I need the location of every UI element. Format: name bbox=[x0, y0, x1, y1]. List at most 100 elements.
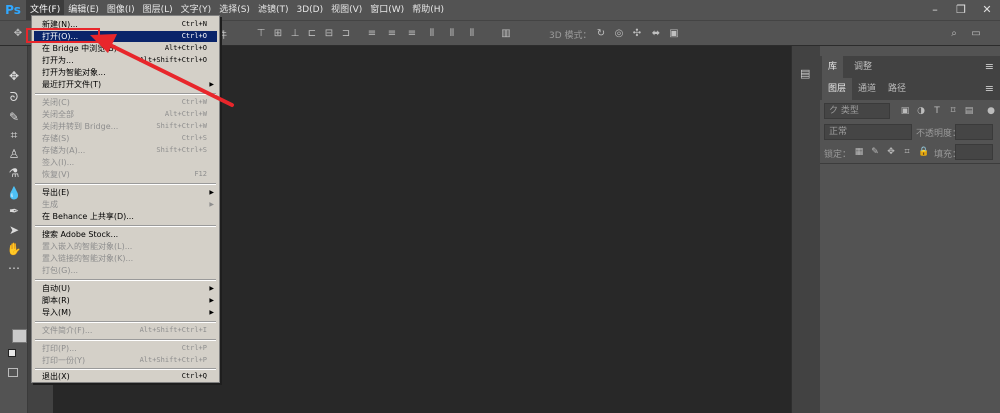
history-brush-icon[interactable]: ⚗ bbox=[6, 165, 22, 181]
menu-item-close[interactable]: 关闭(C) Ctrl+W bbox=[34, 97, 217, 108]
submenu-arrow-icon: ▶ bbox=[209, 297, 214, 304]
restore-button[interactable]: ❐ bbox=[948, 0, 974, 20]
menu-item-import[interactable]: 导入(M) ▶ bbox=[34, 307, 217, 318]
menu-item-save-as[interactable]: 存储为(A)... Shift+Ctrl+S bbox=[34, 145, 217, 156]
menu-item-recent-files[interactable]: 最近打开文件(T) ▶ bbox=[34, 79, 217, 90]
filter-pixel-icon[interactable]: ▣ bbox=[900, 105, 910, 117]
menu-filter[interactable]: 滤镜(T) bbox=[254, 0, 293, 20]
auto-align-icon[interactable]: ▥ bbox=[500, 28, 512, 40]
distribute-top-icon[interactable]: ≡ bbox=[366, 28, 378, 40]
menu-item-scripts[interactable]: 脚本(R) ▶ bbox=[34, 295, 217, 306]
3d-roll-icon[interactable]: ◎ bbox=[613, 28, 625, 40]
menu-item-share-behance[interactable]: 在 Behance 上共享(D)... bbox=[34, 211, 217, 222]
lock-paint-icon[interactable]: ✎ bbox=[870, 146, 880, 158]
distribute-left-icon[interactable]: ⦀ bbox=[426, 28, 438, 40]
workspace-icon[interactable]: ▭ bbox=[970, 28, 982, 40]
opacity-field[interactable] bbox=[955, 124, 993, 140]
menu-item-browse-bridge[interactable]: 在 Bridge 中浏览(B)... Alt+Ctrl+O bbox=[34, 43, 217, 54]
tab-adjustments[interactable]: 调整 bbox=[848, 56, 878, 78]
filter-type-icon[interactable]: T bbox=[932, 105, 942, 117]
3d-scale-icon[interactable]: ▣ bbox=[668, 28, 680, 40]
menu-item-open-as[interactable]: 打开为... Alt+Shift+Ctrl+O bbox=[34, 55, 217, 66]
menu-item-print-one-copy[interactable]: 打印一份(Y) Alt+Shift+Ctrl+P bbox=[34, 355, 217, 366]
layer-filter-dropdown[interactable]: ク 类型 bbox=[824, 103, 890, 119]
align-left-icon[interactable]: ⊏ bbox=[306, 28, 318, 40]
menu-3d[interactable]: 3D(D) bbox=[292, 0, 327, 20]
hand-tool-icon[interactable]: ✋ bbox=[6, 241, 22, 257]
more-tools-icon[interactable]: ⋯ bbox=[6, 260, 22, 276]
menu-separator bbox=[35, 225, 216, 227]
stamp-tool-icon[interactable]: ♙ bbox=[6, 146, 22, 162]
menu-item-search-stock[interactable]: 搜索 Adobe Stock... bbox=[34, 229, 217, 240]
lasso-tool-icon[interactable]: ᘐ bbox=[6, 89, 22, 105]
menu-item-package[interactable]: 打包(G)... bbox=[34, 265, 217, 276]
distribute-bottom-icon[interactable]: ≡ bbox=[406, 28, 418, 40]
align-bottom-icon[interactable]: ⊥ bbox=[289, 28, 301, 40]
menu-item-automate[interactable]: 自动(U) ▶ bbox=[34, 283, 217, 294]
menu-item-open-smart-object[interactable]: 打开为智能对象... bbox=[34, 67, 217, 78]
filter-adjust-icon[interactable]: ◑ bbox=[916, 105, 926, 117]
menu-item-save[interactable]: 存储(S) Ctrl+S bbox=[34, 133, 217, 144]
menu-item-place-embedded[interactable]: 置入嵌入的智能对象(L)... bbox=[34, 241, 217, 252]
tab-paths[interactable]: 路径 bbox=[882, 78, 912, 100]
path-select-tool-icon[interactable]: ➤ bbox=[6, 222, 22, 238]
menu-item-file-info[interactable]: 文件简介(F)... Alt+Shift+Ctrl+I bbox=[34, 325, 217, 336]
close-button[interactable]: ✕ bbox=[974, 0, 1000, 20]
3d-rotate-icon[interactable]: ↻ bbox=[595, 28, 607, 40]
quick-select-tool-icon[interactable]: ✎ bbox=[6, 109, 22, 125]
menu-help[interactable]: 帮助(H) bbox=[408, 0, 448, 20]
lock-artboard-icon[interactable]: ⌗ bbox=[902, 146, 912, 158]
3d-slide-icon[interactable]: ⬌ bbox=[650, 28, 662, 40]
menu-item-close-all[interactable]: 关闭全部 Alt+Ctrl+W bbox=[34, 109, 217, 120]
filter-smart-icon[interactable]: ▤ bbox=[964, 105, 974, 117]
submenu-arrow-icon: ▶ bbox=[209, 309, 214, 316]
align-vcenter-icon[interactable]: ⊞ bbox=[272, 28, 284, 40]
align-top-icon[interactable]: ⊤ bbox=[255, 28, 267, 40]
tab-layers[interactable]: 图层 bbox=[822, 78, 853, 100]
3d-pan-icon[interactable]: ✣ bbox=[631, 28, 643, 40]
submenu-arrow-icon: ▶ bbox=[209, 189, 214, 196]
quick-mask-icon[interactable] bbox=[8, 368, 18, 377]
filter-shape-icon[interactable]: ⌑ bbox=[948, 105, 958, 117]
lock-move-icon[interactable]: ✥ bbox=[886, 146, 896, 158]
distribute-right-icon[interactable]: ⦀ bbox=[466, 28, 478, 40]
distribute-vcenter-icon[interactable]: ≡ bbox=[386, 28, 398, 40]
search-icon[interactable]: ⌕ bbox=[948, 28, 960, 40]
menu-item-place-linked[interactable]: 置入链接的智能对象(K)... bbox=[34, 253, 217, 264]
collapsed-panel-strip: ▤ bbox=[791, 46, 820, 413]
lock-all-icon[interactable]: 🔒 bbox=[918, 146, 929, 158]
minimize-button[interactable]: – bbox=[922, 0, 948, 20]
panel-menu-icon[interactable]: ≡ bbox=[985, 60, 994, 73]
pen-tool-icon[interactable]: ✒ bbox=[6, 203, 22, 219]
tab-channels[interactable]: 通道 bbox=[852, 78, 882, 100]
foreground-color-swatch[interactable] bbox=[12, 329, 27, 343]
menu-separator bbox=[35, 183, 216, 185]
default-colors-icon[interactable] bbox=[8, 349, 16, 357]
menu-item-print[interactable]: 打印(P)... Ctrl+P bbox=[34, 343, 217, 354]
filter-toggle-icon[interactable]: ● bbox=[986, 105, 996, 117]
menu-item-close-goto-bridge[interactable]: 关闭并转到 Bridge... Shift+Ctrl+W bbox=[34, 121, 217, 132]
menu-select[interactable]: 选择(S) bbox=[215, 0, 254, 20]
fill-field[interactable] bbox=[955, 144, 993, 160]
menu-item-generate[interactable]: 生成 ▶ bbox=[34, 199, 217, 210]
crop-tool-icon[interactable]: ⌗ bbox=[6, 127, 22, 143]
layers-menu-icon[interactable]: ≡ bbox=[985, 82, 994, 95]
move-tool-icon[interactable]: ✥ bbox=[6, 68, 22, 84]
menu-window[interactable]: 窗口(W) bbox=[366, 0, 408, 20]
distribute-hcenter-icon[interactable]: ⦀ bbox=[446, 28, 458, 40]
align-right-icon[interactable]: ⊐ bbox=[340, 28, 352, 40]
lock-transparent-icon[interactable]: ▦ bbox=[854, 146, 864, 158]
menu-item-exit[interactable]: 退出(X) Ctrl+Q bbox=[34, 371, 217, 382]
menu-separator bbox=[35, 279, 216, 281]
blend-mode-select[interactable]: 正常 bbox=[824, 124, 912, 140]
blur-tool-icon[interactable]: 💧 bbox=[6, 185, 22, 201]
menu-item-check-in[interactable]: 签入(I)... bbox=[34, 157, 217, 168]
move-tool-preset-icon[interactable]: ✥ bbox=[12, 28, 24, 40]
menu-item-revert[interactable]: 恢复(V) F12 bbox=[34, 169, 217, 180]
tab-libraries[interactable]: 库 bbox=[822, 56, 844, 78]
align-hcenter-icon[interactable]: ⊟ bbox=[323, 28, 335, 40]
panel-divider bbox=[820, 163, 1000, 164]
menu-view[interactable]: 视图(V) bbox=[327, 0, 366, 20]
menu-item-export[interactable]: 导出(E) ▶ bbox=[34, 187, 217, 198]
properties-panel-icon[interactable]: ▤ bbox=[800, 67, 810, 80]
